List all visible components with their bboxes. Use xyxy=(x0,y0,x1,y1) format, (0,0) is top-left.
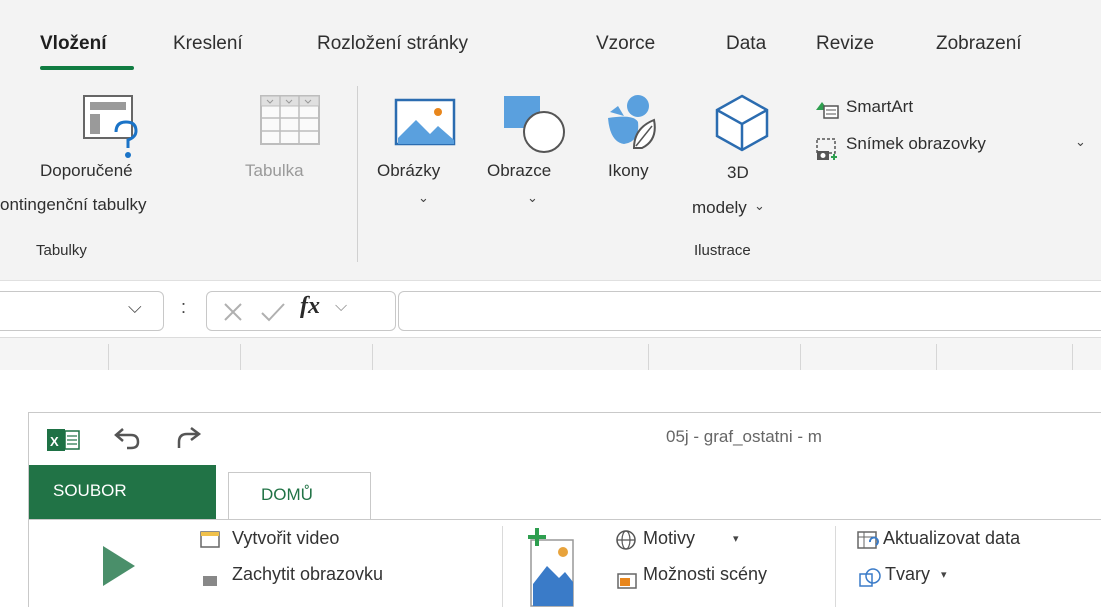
table-icon xyxy=(260,95,320,145)
smartart-icon xyxy=(816,102,839,119)
column-divider xyxy=(936,344,937,370)
legacy-tabs-row: SOUBOR DOMŮ xyxy=(29,465,1101,520)
shapes-icon xyxy=(504,96,565,153)
column-divider xyxy=(1072,344,1073,370)
group-separator xyxy=(357,86,358,262)
capture-screen-icon xyxy=(203,576,217,586)
tab-vzorce[interactable]: Vzorce xyxy=(596,33,655,55)
tab-kresleni[interactable]: Kreslení xyxy=(173,33,243,55)
shapes-button[interactable]: Tvary xyxy=(885,564,930,585)
quick-access-toolbar: X 05j - graf_ostatni - m xyxy=(29,413,1101,465)
smartart-button[interactable]: SmartArt xyxy=(846,97,913,117)
refresh-data-icon xyxy=(857,531,879,549)
tab-home-label: DOMŮ xyxy=(261,485,313,504)
screenshot-icon xyxy=(816,138,837,160)
icons-icon xyxy=(608,95,656,149)
formula-input[interactable] xyxy=(398,291,1101,331)
create-video-icon xyxy=(200,531,220,548)
redo-icon[interactable] xyxy=(175,425,203,451)
3d-models-icon xyxy=(715,94,769,152)
column-divider xyxy=(108,344,109,370)
column-divider xyxy=(648,344,649,370)
chevron-down-icon[interactable]: ⌵ xyxy=(128,297,142,318)
modern-excel-ribbon: Vložení Kreslení Rozložení stránky Vzorc… xyxy=(0,0,1101,370)
column-divider xyxy=(800,344,801,370)
pictures-icon xyxy=(394,98,456,146)
chevron-down-icon[interactable]: ⌄ xyxy=(1075,134,1086,150)
refresh-data-button[interactable]: Aktualizovat data xyxy=(883,528,1020,549)
shapes-button[interactable]: Obrazce xyxy=(487,161,551,181)
globe-icon xyxy=(616,530,636,550)
excel-logo-icon: X xyxy=(47,429,80,451)
icons-button[interactable]: Ikony xyxy=(608,161,649,181)
scene-options-icon xyxy=(617,573,637,589)
tab-vlozeni[interactable]: Vložení xyxy=(40,33,107,55)
table-button[interactable]: Tabulka xyxy=(245,161,304,181)
dropdown-arrow-icon[interactable]: ▾ xyxy=(941,568,947,581)
themes-button[interactable]: Motivy xyxy=(643,528,695,549)
3d-models-label-1: 3D xyxy=(727,163,749,182)
create-video-button[interactable]: Vytvořit video xyxy=(232,528,339,549)
recommended-pivot-label-2: ontingenční tabulky xyxy=(0,195,147,214)
tab-file-label: SOUBOR xyxy=(53,481,127,500)
pictures-button[interactable]: Obrázky xyxy=(377,161,440,181)
chevron-down-icon[interactable]: ⌄ xyxy=(418,190,429,206)
scene-options-button[interactable]: Možnosti scény xyxy=(643,564,767,585)
recommended-pivot-icon xyxy=(83,95,138,158)
tab-rozlozeni-stranky[interactable]: Rozložení stránky xyxy=(317,33,468,55)
formula-bar-separator: : xyxy=(181,297,187,317)
tab-data[interactable]: Data xyxy=(726,33,766,55)
chevron-down-icon[interactable]: ⌄ xyxy=(527,190,538,206)
column-divider xyxy=(240,344,241,370)
svg-text:X: X xyxy=(50,434,59,449)
tab-revize[interactable]: Revize xyxy=(816,33,874,55)
shapes-icon xyxy=(859,568,881,587)
cancel-icon[interactable] xyxy=(222,301,244,323)
legacy-excel-window: X 05j - graf_ostatni - m SOUBOR DOMŮ Vyt… xyxy=(28,412,1101,607)
group-separator xyxy=(835,526,836,607)
chevron-down-icon[interactable]: ⌵ xyxy=(335,298,347,316)
undo-icon[interactable] xyxy=(113,425,141,451)
group-separator xyxy=(502,526,503,607)
group-label-tables: Tabulky xyxy=(36,242,87,259)
confirm-icon[interactable] xyxy=(260,301,286,323)
play-icon[interactable] xyxy=(101,544,137,588)
active-tab-underline xyxy=(40,66,134,70)
recommended-pivot-label-1: Doporučené xyxy=(40,161,133,180)
group-label-illustrations: Ilustrace xyxy=(694,242,751,259)
formula-bar: ⌵ : fx ⌵ xyxy=(0,280,1101,337)
legacy-ribbon-body: Vytvořit video Zachytit obrazovku Motivy… xyxy=(29,519,1101,607)
dropdown-arrow-icon[interactable]: ▾ xyxy=(733,532,739,545)
capture-screen-button[interactable]: Zachytit obrazovku xyxy=(232,564,383,585)
chevron-down-icon[interactable]: ⌄ xyxy=(754,198,765,214)
insert-picture-icon[interactable] xyxy=(525,526,579,607)
window-title: 05j - graf_ostatni - m xyxy=(666,427,822,446)
tab-zobrazeni[interactable]: Zobrazení xyxy=(936,33,1022,55)
3d-models-button[interactable]: modely xyxy=(692,198,747,218)
insert-function-button[interactable]: fx xyxy=(300,293,320,320)
column-divider xyxy=(372,344,373,370)
column-headers xyxy=(0,337,1101,370)
screenshot-button[interactable]: Snímek obrazovky xyxy=(846,134,986,154)
tab-file[interactable]: SOUBOR xyxy=(29,465,216,519)
tab-home[interactable]: DOMŮ xyxy=(228,472,371,520)
